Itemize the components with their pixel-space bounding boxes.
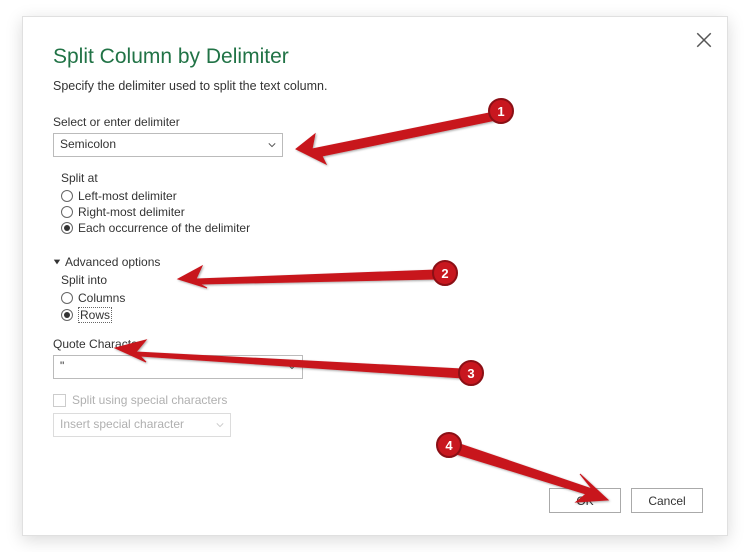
delimiter-dropdown[interactable]: Semicolon xyxy=(53,133,283,157)
delimiter-value: Semicolon xyxy=(60,137,116,151)
callout-3: 3 xyxy=(458,360,484,386)
triangle-down-icon xyxy=(53,258,61,266)
split-into-rows[interactable]: Rows xyxy=(61,307,697,323)
dialog-subtitle: Specify the delimiter used to split the … xyxy=(53,79,697,93)
ok-button[interactable]: OK xyxy=(549,488,621,513)
split-at-label: Split at xyxy=(61,171,697,185)
checkbox-icon xyxy=(53,394,66,407)
quote-dropdown[interactable]: " xyxy=(53,355,303,379)
close-icon[interactable] xyxy=(695,31,713,49)
split-column-dialog: Split Column by Delimiter Specify the de… xyxy=(22,16,728,536)
split-into-columns[interactable]: Columns xyxy=(61,291,697,305)
chevron-down-icon xyxy=(268,141,276,149)
advanced-options-toggle[interactable]: Advanced options xyxy=(53,255,697,269)
callout-4: 4 xyxy=(436,432,462,458)
split-into-group: Columns Rows xyxy=(61,291,697,323)
cancel-button[interactable]: Cancel xyxy=(631,488,703,513)
delimiter-label: Select or enter delimiter xyxy=(53,115,697,129)
chevron-down-icon xyxy=(216,421,224,429)
dialog-buttons: OK Cancel xyxy=(549,488,703,513)
callout-2: 2 xyxy=(432,260,458,286)
quote-label: Quote Character xyxy=(53,337,697,351)
split-at-right[interactable]: Right-most delimiter xyxy=(61,205,697,219)
quote-value: " xyxy=(60,359,64,373)
split-into-label: Split into xyxy=(61,273,697,287)
chevron-down-icon xyxy=(288,363,296,371)
special-char-checkbox-row[interactable]: Split using special characters xyxy=(53,393,697,407)
split-at-each[interactable]: Each occurrence of the delimiter xyxy=(61,221,697,235)
split-at-group: Left-most delimiter Right-most delimiter… xyxy=(61,189,697,235)
special-char-dropdown: Insert special character xyxy=(53,413,231,437)
split-at-left[interactable]: Left-most delimiter xyxy=(61,189,697,203)
dialog-title: Split Column by Delimiter xyxy=(53,45,697,69)
callout-1: 1 xyxy=(488,98,514,124)
